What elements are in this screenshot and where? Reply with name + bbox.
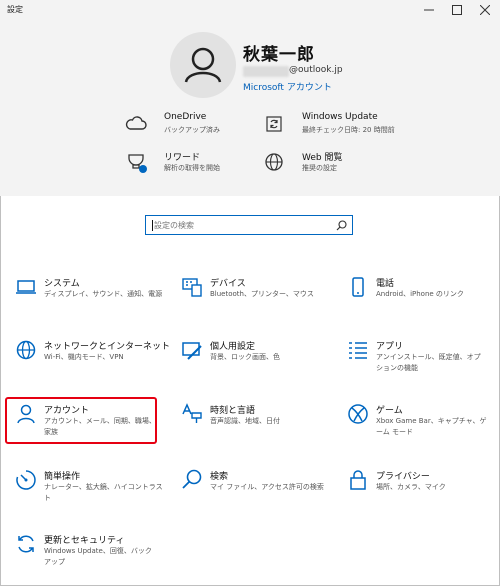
globe-icon xyxy=(265,153,283,171)
search-icon[interactable] xyxy=(336,220,347,231)
accounts-highlight-box xyxy=(5,397,157,444)
network-desc: Wi-Fi、機内モード、VPN xyxy=(44,353,124,361)
apps-title: アプリ xyxy=(376,342,404,352)
user-name: 秋葉一郎 xyxy=(243,45,315,65)
search-icon xyxy=(182,469,202,489)
personalization-desc: 背景、ロック画面、色 xyxy=(210,353,280,361)
maximize-button[interactable] xyxy=(444,0,470,20)
gaming-title: ゲーム xyxy=(376,406,403,416)
minimize-icon xyxy=(424,9,434,11)
onedrive-title: OneDrive xyxy=(164,112,207,122)
sync-icon xyxy=(266,116,282,132)
windows-update-title: Windows Update xyxy=(302,112,378,122)
user-email: @outlook.jp xyxy=(289,65,343,75)
minimize-button[interactable] xyxy=(416,0,442,20)
personalization-icon xyxy=(182,342,202,360)
maximize-icon xyxy=(452,5,462,15)
update-security-desc: Windows Update、回復、バックアップ xyxy=(44,547,152,566)
phone-title: 電話 xyxy=(376,279,395,289)
phone-icon xyxy=(352,277,364,297)
privacy-desc: 場所、カメラ、マイク xyxy=(376,483,446,491)
window-title: 設定 xyxy=(7,5,23,14)
devices-desc: Bluetooth、プリンター、マウス xyxy=(210,290,314,298)
privacy-title: プライバシー xyxy=(376,472,430,482)
rewards-title: リワード xyxy=(164,153,201,163)
web-browsing-title: Web 閲覧 xyxy=(302,153,343,163)
windows-update-status: 最終チェック日時: 20 時間前 xyxy=(302,126,395,134)
ease-of-access-desc: ナレーター、拡大鏡、ハイコントラスト xyxy=(44,483,163,502)
network-title: ネットワークとインターネット xyxy=(44,342,171,352)
xbox-icon xyxy=(348,404,368,424)
time-language-title: 時刻と言語 xyxy=(210,406,256,416)
network-globe-icon xyxy=(16,340,36,360)
system-desc: ディスプレイ、サウンド、通知、電源 xyxy=(44,290,163,298)
lock-icon xyxy=(350,470,366,490)
system-title: システム xyxy=(44,279,80,289)
devices-title: デバイス xyxy=(210,279,246,289)
time-language-icon xyxy=(182,403,202,423)
onedrive-status: バックアップ済み xyxy=(164,126,220,134)
search-desc: マイ ファイル、アクセス許可の検索 xyxy=(210,483,324,491)
cloud-icon xyxy=(125,116,147,130)
gaming-desc: Xbox Game Bar、キャプチャ、ゲーム モード xyxy=(376,417,487,436)
trophy-icon xyxy=(128,154,147,173)
apps-desc: アンインストール、既定値、オプションの機能 xyxy=(376,353,481,372)
apps-list-icon xyxy=(349,342,367,359)
search-placeholder: 設定の検索 xyxy=(154,221,194,230)
settings-search-box[interactable]: 設定の検索 xyxy=(145,215,353,235)
text-caret xyxy=(152,220,153,231)
close-icon xyxy=(480,5,490,15)
close-button[interactable] xyxy=(472,0,498,20)
personalization-title: 個人用設定 xyxy=(210,342,256,352)
keyboard-icon xyxy=(182,278,202,297)
search-title: 検索 xyxy=(210,472,229,482)
avatar[interactable] xyxy=(170,32,236,98)
web-browsing-status: 推奨の設定 xyxy=(302,164,337,172)
title-bar: 設定 xyxy=(0,0,500,20)
time-language-desc: 音声認識、地域、日付 xyxy=(210,417,280,425)
phone-desc: Android、iPhone のリンク xyxy=(376,290,464,298)
update-security-title: 更新とセキュリティ xyxy=(44,536,125,546)
update-icon xyxy=(18,535,34,553)
user-silhouette-icon xyxy=(184,47,222,83)
laptop-icon xyxy=(16,280,36,294)
email-redacted xyxy=(243,66,289,77)
rewards-status: 解析の取得を開始 xyxy=(164,164,220,172)
ease-of-access-icon xyxy=(16,470,36,490)
microsoft-account-link[interactable]: Microsoft アカウント xyxy=(243,80,332,93)
ease-of-access-title: 簡単操作 xyxy=(44,472,81,482)
